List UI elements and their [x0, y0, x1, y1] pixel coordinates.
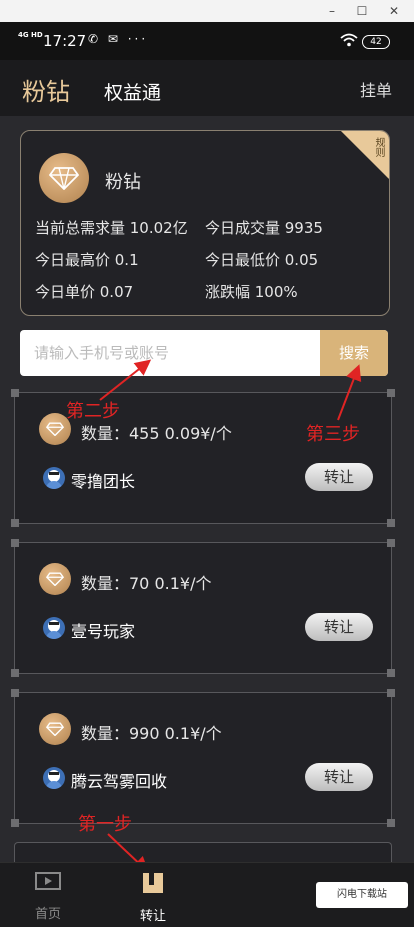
transfer-icon: [143, 873, 163, 893]
home-icon: [35, 872, 61, 890]
watermark: 闪电下载站: [316, 882, 408, 908]
annotation-step3: 第三步: [306, 424, 360, 445]
nav-item-transfer[interactable]: 转让: [123, 871, 183, 924]
annotation-step1: 第一步: [78, 814, 132, 835]
annotation-step2-left: 第二步: [66, 401, 120, 422]
nav-label-transfer: 转让: [139, 909, 166, 924]
annotation-arrows: [99, 359, 362, 873]
nav-label-home: 首页: [34, 907, 61, 922]
nav-item-home[interactable]: 首页: [18, 871, 78, 922]
